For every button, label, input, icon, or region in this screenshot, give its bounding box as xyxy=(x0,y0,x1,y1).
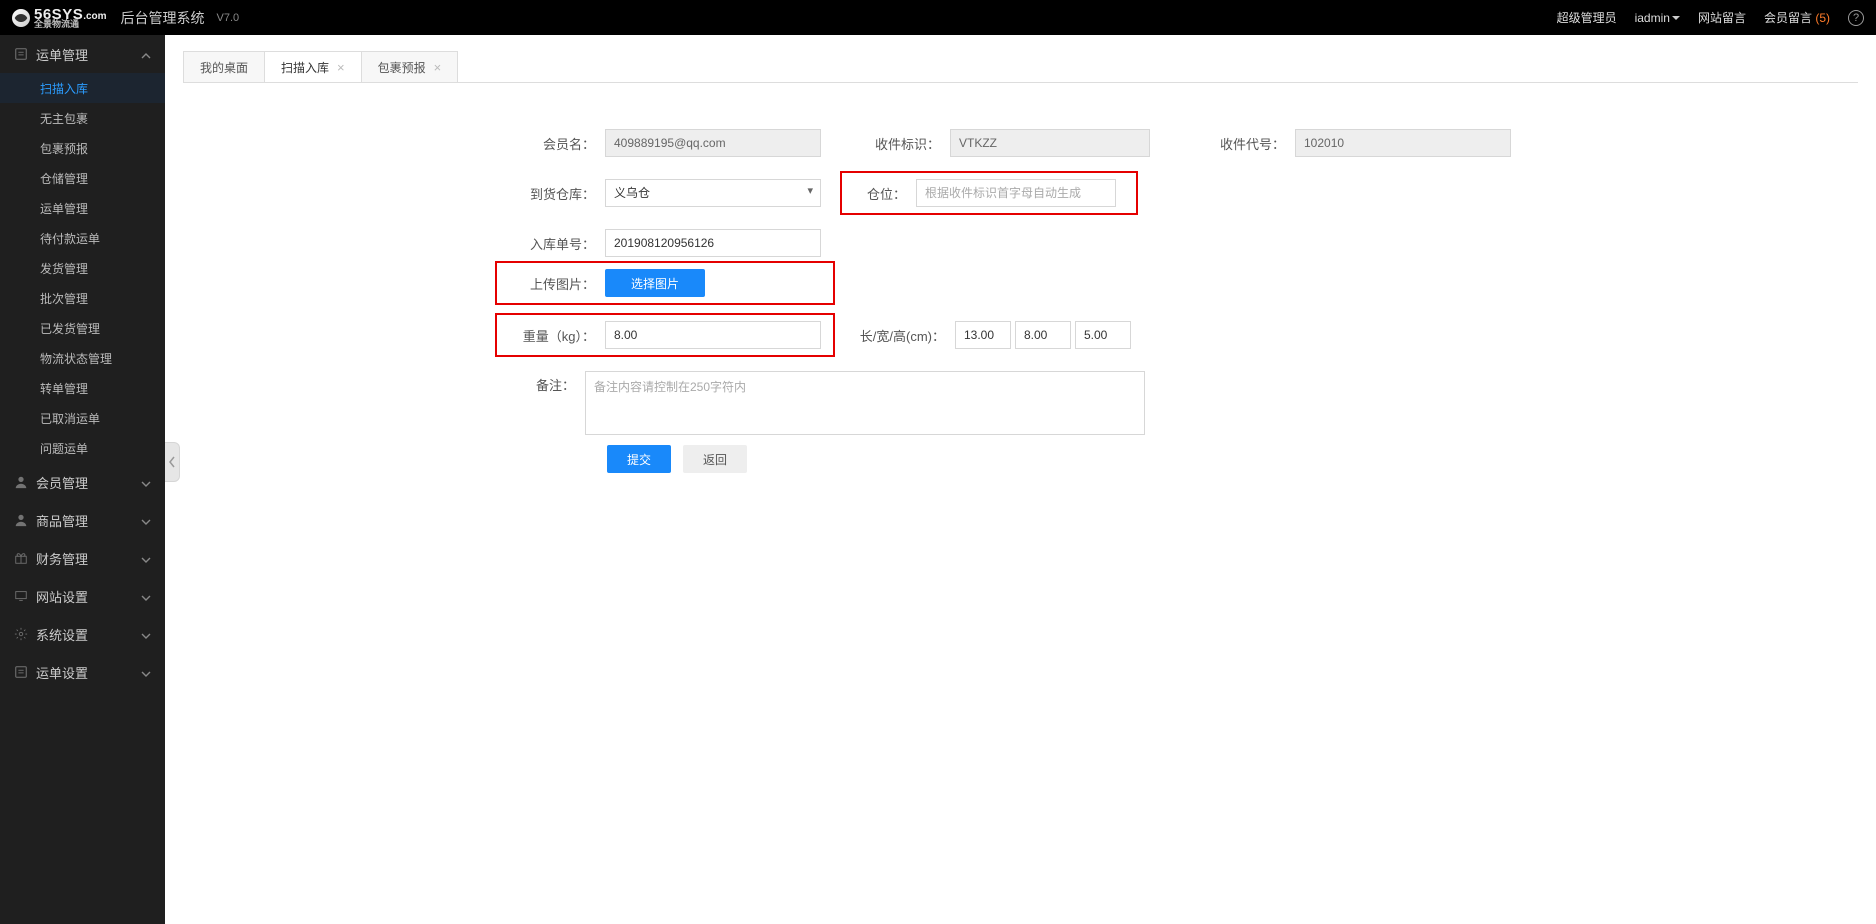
sidebar-collapse-handle[interactable] xyxy=(165,442,180,482)
submit-button[interactable]: 提交 xyxy=(607,445,671,473)
version: V7.0 xyxy=(217,12,240,24)
doc-icon xyxy=(14,47,28,61)
member-input[interactable] xyxy=(605,129,821,157)
sidebar-group-1[interactable]: 会员管理 xyxy=(0,463,165,501)
sidebar-item-4[interactable]: 运单管理 xyxy=(0,193,165,223)
doc-icon xyxy=(14,665,28,679)
form-area: 会员名： 收件标识： 收件代号： 到货仓库： xyxy=(165,83,1876,503)
member-msg-count: (5) xyxy=(1815,11,1830,25)
recv-code-input[interactable] xyxy=(1295,129,1511,157)
sidebar-group-5[interactable]: 系统设置 xyxy=(0,615,165,653)
tab-2[interactable]: 包裹预报 × xyxy=(361,51,459,83)
sidebar-group-2[interactable]: 商品管理 xyxy=(0,501,165,539)
sidebar-group-label: 财务管理 xyxy=(36,549,88,568)
warehouse-label: 到货仓库： xyxy=(495,184,605,203)
bin-input[interactable] xyxy=(916,179,1116,207)
header-left: 56SYS.com 全景物流通 后台管理系统 V7.0 xyxy=(12,6,239,29)
sidebar-group-label: 运单管理 xyxy=(36,45,88,64)
main-area: 我的桌面 扫描入库 × 包裹预报 × 会员名： 收件标识： 收件代号： xyxy=(165,35,1876,924)
tab-label: 我的桌面 xyxy=(200,59,248,76)
bin-label: 仓位： xyxy=(846,184,916,203)
sidebar-group-label: 商品管理 xyxy=(36,511,88,530)
sidebar-item-12[interactable]: 问题运单 xyxy=(0,433,165,463)
monitor-icon xyxy=(14,589,28,603)
sidebar-group-6[interactable]: 运单设置 xyxy=(0,653,165,691)
chevron-icon xyxy=(141,591,151,601)
recv-code-label: 收件代号： xyxy=(1185,134,1295,153)
chevron-icon xyxy=(141,629,151,639)
chevron-icon xyxy=(141,49,151,59)
tabs: 我的桌面 扫描入库 × 包裹预报 × xyxy=(165,35,1876,83)
user-menu[interactable]: iadmin xyxy=(1635,11,1680,25)
system-title: 后台管理系统 xyxy=(121,8,205,28)
sidebar-item-8[interactable]: 已发货管理 xyxy=(0,313,165,343)
member-label: 会员名： xyxy=(495,134,605,153)
tab-0[interactable]: 我的桌面 xyxy=(183,51,265,83)
tab-label: 包裹预报 xyxy=(378,59,426,76)
user-icon xyxy=(14,513,28,527)
dim-height-input[interactable] xyxy=(1075,321,1131,349)
header-right: 超级管理员 iadmin 网站留言 会员留言 (5) ? xyxy=(1557,9,1864,26)
chevron-icon xyxy=(141,515,151,525)
back-button[interactable]: 返回 xyxy=(683,445,747,473)
gear-icon xyxy=(14,627,28,641)
help-icon[interactable]: ? xyxy=(1848,10,1864,26)
sidebar-item-9[interactable]: 物流状态管理 xyxy=(0,343,165,373)
sidebar-group-label: 系统设置 xyxy=(36,625,88,644)
inbound-input[interactable] xyxy=(605,229,821,257)
member-msg-label: 会员留言 xyxy=(1764,11,1812,25)
tab-label: 扫描入库 xyxy=(281,59,329,76)
sidebar-group-3[interactable]: 财务管理 xyxy=(0,539,165,577)
dim-length-input[interactable] xyxy=(955,321,1011,349)
member-msg-link[interactable]: 会员留言 (5) xyxy=(1764,9,1830,26)
logo-icon xyxy=(12,9,30,27)
weight-input[interactable] xyxy=(605,321,821,349)
inbound-label: 入库单号： xyxy=(495,234,605,253)
upload-label: 上传图片： xyxy=(501,274,605,293)
sidebar-item-5[interactable]: 待付款运单 xyxy=(0,223,165,253)
weight-label: 重量（kg）： xyxy=(501,326,605,345)
sidebar-item-6[interactable]: 发货管理 xyxy=(0,253,165,283)
close-icon[interactable]: × xyxy=(337,60,345,75)
sidebar-group-label: 会员管理 xyxy=(36,473,88,492)
chevron-icon xyxy=(141,553,151,563)
dims-label: 长/宽/高(cm)： xyxy=(845,326,955,345)
select-image-button[interactable]: 选择图片 xyxy=(605,269,705,297)
close-icon[interactable]: × xyxy=(434,60,442,75)
logo: 56SYS.com 全景物流通 xyxy=(12,6,107,29)
sidebar-item-11[interactable]: 已取消运单 xyxy=(0,403,165,433)
chevron-icon xyxy=(141,667,151,677)
recv-tag-input[interactable] xyxy=(950,129,1150,157)
user-icon xyxy=(14,475,28,489)
sidebar-item-10[interactable]: 转单管理 xyxy=(0,373,165,403)
top-header: 56SYS.com 全景物流通 后台管理系统 V7.0 超级管理员 iadmin… xyxy=(0,0,1876,35)
chevron-down-icon xyxy=(1672,16,1680,20)
dim-width-input[interactable] xyxy=(1015,321,1071,349)
sidebar-group-4[interactable]: 网站设置 xyxy=(0,577,165,615)
tab-1[interactable]: 扫描入库 × xyxy=(264,51,362,83)
role-label: 超级管理员 xyxy=(1557,9,1617,26)
remark-label: 备注： xyxy=(495,371,585,394)
sidebar-item-1[interactable]: 无主包裹 xyxy=(0,103,165,133)
sidebar-item-2[interactable]: 包裹预报 xyxy=(0,133,165,163)
user-name: iadmin xyxy=(1635,11,1670,25)
logo-domain: .com xyxy=(83,11,106,22)
recv-tag-label: 收件标识： xyxy=(840,134,950,153)
sidebar-group-label: 运单设置 xyxy=(36,663,88,682)
sidebar: 运单管理扫描入库无主包裹包裹预报仓储管理运单管理待付款运单发货管理批次管理已发货… xyxy=(0,35,165,924)
remark-textarea[interactable] xyxy=(585,371,1145,435)
sidebar-group-0[interactable]: 运单管理 xyxy=(0,35,165,73)
sidebar-item-3[interactable]: 仓储管理 xyxy=(0,163,165,193)
sidebar-item-0[interactable]: 扫描入库 xyxy=(0,73,165,103)
gift-icon xyxy=(14,551,28,565)
sidebar-item-7[interactable]: 批次管理 xyxy=(0,283,165,313)
site-msg-link[interactable]: 网站留言 xyxy=(1698,9,1746,26)
sidebar-group-label: 网站设置 xyxy=(36,587,88,606)
warehouse-select[interactable]: 义乌仓 xyxy=(605,179,821,207)
chevron-icon xyxy=(141,477,151,487)
